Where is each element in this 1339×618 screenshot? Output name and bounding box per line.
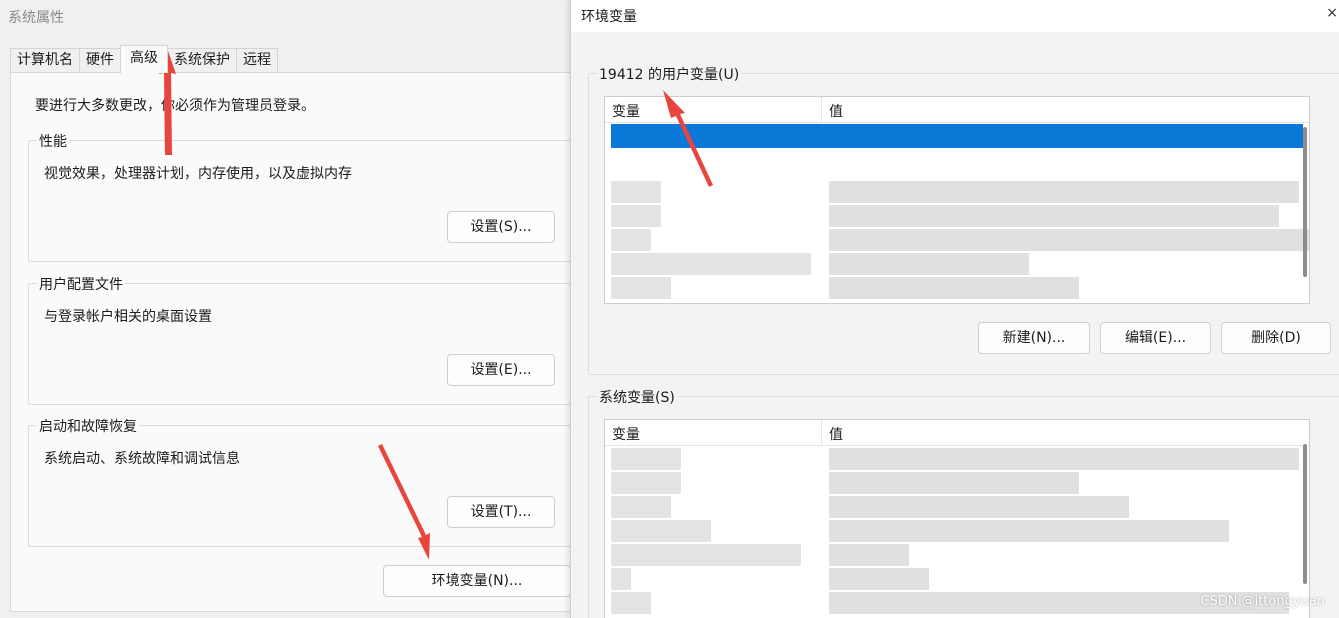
tab-computer-name[interactable]: 计算机名 (10, 48, 80, 72)
screen: 系统属性 计算机名 硬件 高级 系统保护 远程 要进行大多数更改，你必须作为管理… (0, 0, 1339, 618)
redacted-value (829, 496, 1129, 518)
performance-desc: 视觉效果，处理器计划，内存使用，以及虚拟内存 (44, 166, 352, 182)
redacted-name (611, 205, 661, 227)
edit-user-variable-button[interactable]: 编辑(E)... (1100, 322, 1211, 354)
redacted-value (829, 544, 909, 566)
startup-recovery-desc: 系统启动、系统故障和调试信息 (44, 451, 240, 467)
redacted-value (829, 229, 1309, 251)
user-profiles-title: 用户配置文件 (37, 274, 125, 294)
delete-user-variable-button[interactable]: 删除(D) (1221, 322, 1331, 354)
column-variable[interactable]: 变量 (612, 101, 640, 121)
redacted-name (611, 472, 681, 494)
scrollbar[interactable] (1303, 444, 1307, 584)
redacted-name (611, 496, 671, 518)
column-divider (821, 420, 822, 446)
table-row[interactable] (611, 277, 1303, 301)
redacted-name (611, 253, 811, 275)
redacted-value (829, 448, 1299, 470)
table-row[interactable] (611, 205, 1303, 229)
redacted-name (611, 277, 671, 299)
table-row[interactable] (611, 253, 1303, 277)
redacted-name (611, 592, 651, 614)
table-header: 变量 值 (605, 420, 1309, 446)
startup-recovery-group: 启动和故障恢复 系统启动、系统故障和调试信息 设置(T)... (28, 416, 576, 547)
startup-recovery-title: 启动和故障恢复 (37, 416, 139, 436)
new-user-variable-button[interactable]: 新建(N)... (978, 322, 1090, 354)
environment-variables-button[interactable]: 环境变量(N)... (383, 565, 571, 597)
column-variable[interactable]: 变量 (612, 424, 640, 444)
redacted-value (829, 520, 1229, 542)
tab-hardware[interactable]: 硬件 (79, 48, 121, 72)
redacted-name (611, 181, 661, 203)
system-variables-table[interactable]: 变量 值 (604, 419, 1310, 618)
table-row[interactable] (611, 544, 1303, 568)
tab-advanced[interactable]: 高级 (120, 45, 168, 73)
performance-group: 性能 视觉效果，处理器计划，内存使用，以及虚拟内存 设置(S)... (28, 131, 576, 262)
table-row[interactable] (611, 496, 1303, 520)
tab-remote[interactable]: 远程 (236, 48, 278, 72)
table-row[interactable] (611, 520, 1303, 544)
user-variables-title: 19412 的用户变量(U) (597, 64, 742, 84)
tab-bar: 计算机名 硬件 高级 系统保护 远程 (10, 45, 278, 73)
table-row-selected[interactable] (611, 124, 1303, 148)
title-bar: 环境变量 × (571, 0, 1339, 32)
environment-variables-window: 环境变量 × 19412 的用户变量(U) 变量 值 新建(N)... 编辑(E… (570, 0, 1339, 618)
redacted-name (611, 229, 651, 251)
user-profiles-group: 用户配置文件 与登录帐户相关的桌面设置 设置(E)... (28, 274, 576, 405)
scrollbar[interactable] (1303, 127, 1307, 277)
column-divider (821, 97, 822, 123)
table-row[interactable] (611, 472, 1303, 496)
startup-recovery-settings-button[interactable]: 设置(T)... (447, 496, 555, 528)
redacted-value (829, 181, 1299, 203)
column-value[interactable]: 值 (829, 101, 843, 121)
window-title: 环境变量 (581, 9, 637, 25)
user-variables-table[interactable]: 变量 值 (604, 96, 1310, 304)
redacted-value (829, 472, 1079, 494)
table-row[interactable] (611, 448, 1303, 472)
table-row[interactable] (611, 181, 1303, 205)
redacted-name (611, 568, 631, 590)
window-title: 系统属性 (8, 10, 64, 26)
user-profiles-settings-button[interactable]: 设置(E)... (447, 354, 555, 386)
close-icon[interactable]: × (1326, 5, 1338, 21)
table-row[interactable] (611, 229, 1309, 253)
admin-note: 要进行大多数更改，你必须作为管理员登录。 (35, 98, 315, 114)
system-properties-window: 系统属性 计算机名 硬件 高级 系统保护 远程 要进行大多数更改，你必须作为管理… (0, 0, 582, 618)
redacted-value (829, 277, 1079, 299)
table-header: 变量 值 (605, 97, 1309, 123)
column-value[interactable]: 值 (829, 424, 843, 444)
redacted-value (829, 568, 929, 590)
performance-title: 性能 (37, 131, 69, 151)
performance-settings-button[interactable]: 设置(S)... (447, 211, 555, 243)
redacted-value (829, 205, 1279, 227)
redacted-name (611, 448, 681, 470)
watermark: CSDN @ittongyuan (1200, 594, 1325, 609)
table-row[interactable] (611, 568, 1303, 592)
system-variables-title: 系统变量(S) (597, 387, 677, 407)
tab-system-protection[interactable]: 系统保护 (167, 48, 237, 72)
advanced-panel: 要进行大多数更改，你必须作为管理员登录。 性能 视觉效果，处理器计划，内存使用，… (10, 72, 582, 612)
redacted-name (611, 520, 711, 542)
user-profiles-desc: 与登录帐户相关的桌面设置 (44, 309, 212, 325)
redacted-value (829, 253, 1029, 275)
redacted-name (611, 544, 801, 566)
